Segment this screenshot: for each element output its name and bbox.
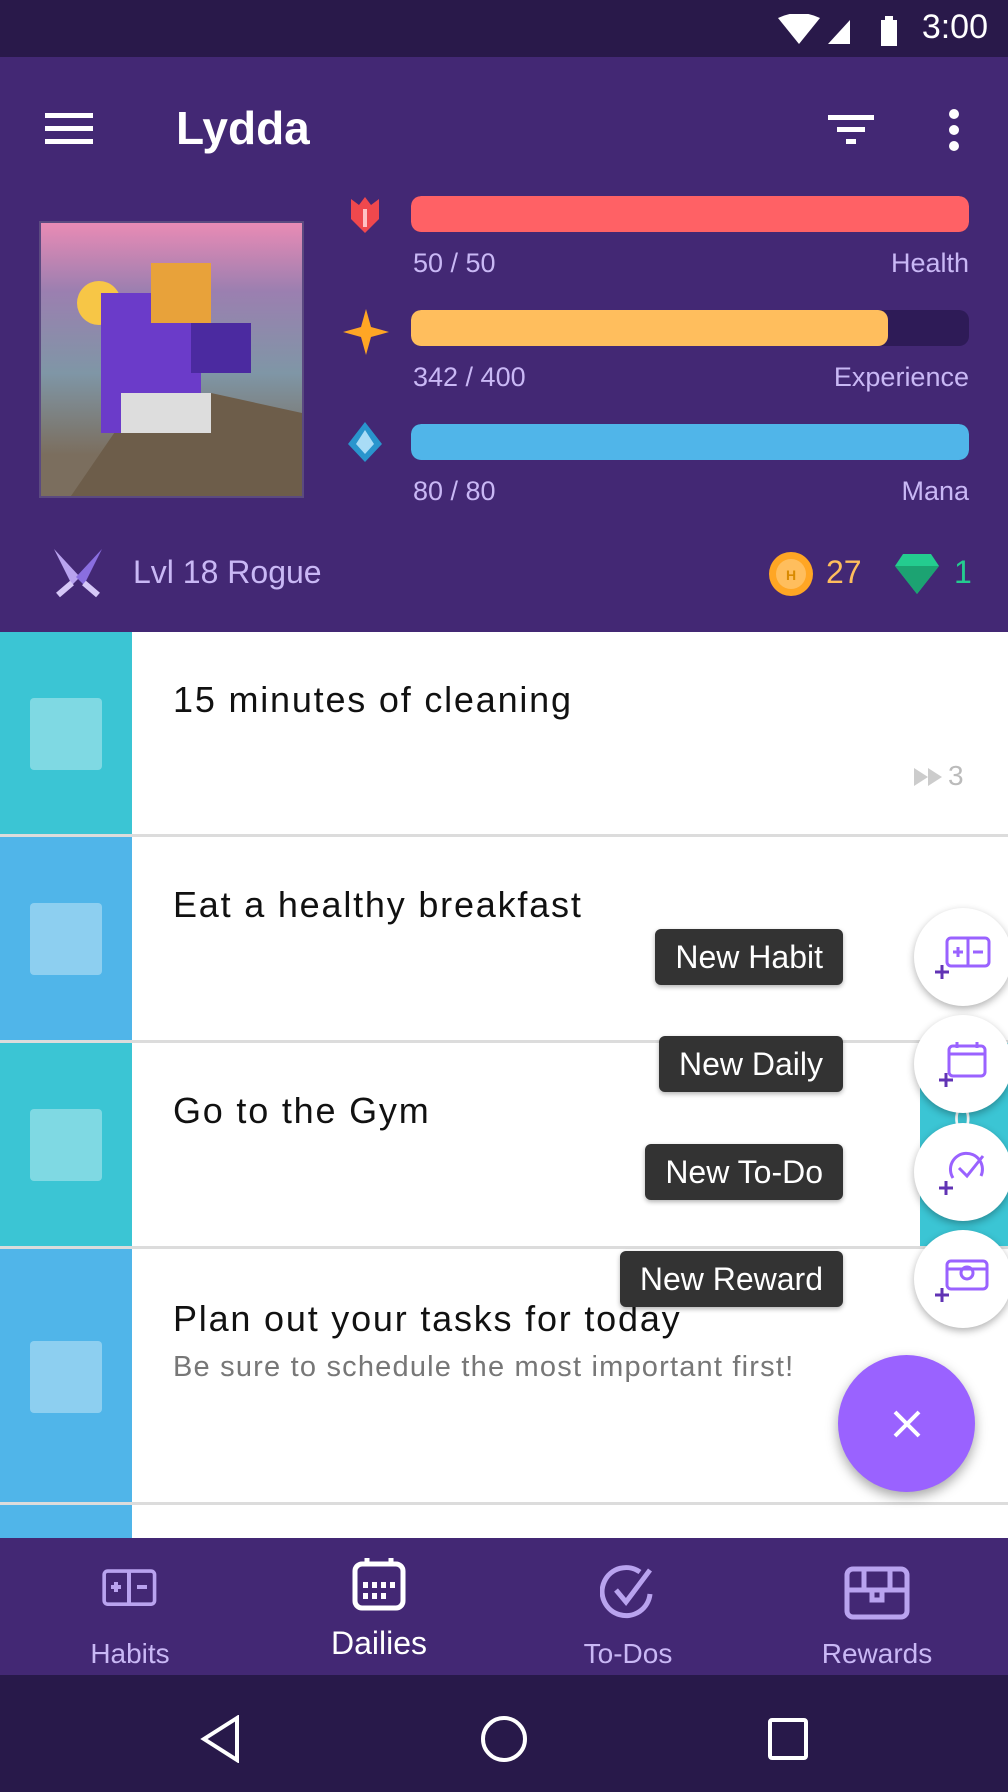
clock: 3:00 xyxy=(921,8,988,46)
tab-label: Rewards xyxy=(821,1638,933,1669)
task-title: Plan out your tasks for today xyxy=(173,1298,682,1339)
mana-label: Mana xyxy=(901,476,969,506)
level-class: Lvl 18 Rogue xyxy=(133,554,322,590)
tab-label: Dailies xyxy=(330,1625,428,1661)
home-icon[interactable] xyxy=(480,1715,528,1763)
system-navigation-bar xyxy=(0,1675,1008,1792)
close-icon xyxy=(893,1410,920,1437)
gold-coin-icon: H xyxy=(769,552,813,596)
experience-bar xyxy=(411,310,969,346)
tab-rewards[interactable]: Rewards xyxy=(752,1538,1002,1675)
new-reward-button[interactable] xyxy=(914,1230,1008,1328)
health-value: 50 / 50 xyxy=(413,248,496,278)
bar-fill xyxy=(411,310,889,346)
task-checkbox[interactable] xyxy=(30,1341,102,1413)
rogue-class-icon xyxy=(54,549,102,598)
add-habit-icon xyxy=(935,936,991,979)
daily-task-row[interactable]: Go to the Gym 0 3 xyxy=(0,1043,1008,1249)
habits-icon xyxy=(102,1569,157,1606)
health-label: Health xyxy=(890,248,969,278)
new-todo-button[interactable] xyxy=(914,1123,1008,1221)
status-bar: 3:00 xyxy=(0,0,1008,57)
back-icon[interactable] xyxy=(200,1715,242,1763)
status-icons xyxy=(778,14,897,46)
new-daily-label[interactable]: New Daily xyxy=(658,1036,843,1092)
rewards-icon xyxy=(844,1566,910,1620)
experience-value: 342 / 400 xyxy=(413,362,526,392)
battery-icon xyxy=(881,20,897,46)
tab-label: Habits xyxy=(90,1638,170,1669)
avatar[interactable] xyxy=(39,221,304,498)
daily-task-row[interactable]: Eat a healthy breakfast xyxy=(0,837,1008,1043)
streak-icon xyxy=(914,768,942,786)
new-habit-label[interactable]: New Habit xyxy=(655,929,843,985)
streak-count: 3 xyxy=(948,760,964,791)
recents-icon[interactable] xyxy=(767,1717,809,1761)
tab-habits[interactable]: Habits xyxy=(5,1538,255,1675)
new-reward-label[interactable]: New Reward xyxy=(619,1251,843,1307)
header: Lydda 50 / 50 Health 342 / 400 Experienc… xyxy=(0,57,1008,632)
todos-icon xyxy=(600,1565,653,1619)
tab-label: To-Dos xyxy=(583,1638,673,1669)
gem-count: 1 xyxy=(954,554,972,590)
bottom-navigation: Habits Dailies To-Dos Rewards xyxy=(0,1538,1008,1675)
page-title: Lydda xyxy=(176,102,310,154)
menu-icon[interactable] xyxy=(45,111,93,147)
add-reward-icon xyxy=(935,1259,989,1302)
mana-icon xyxy=(348,422,382,462)
gem-icon xyxy=(895,554,939,594)
mana-bar xyxy=(411,424,969,460)
add-daily-icon xyxy=(939,1042,987,1087)
close-fab-button[interactable] xyxy=(838,1355,975,1492)
health-bar xyxy=(411,196,969,232)
experience-icon xyxy=(343,309,389,355)
health-icon xyxy=(351,197,379,233)
daily-task-row-partial xyxy=(0,1505,1008,1538)
task-title: Go to the Gym xyxy=(173,1090,431,1131)
new-daily-button[interactable] xyxy=(914,1015,1008,1113)
task-checkbox[interactable] xyxy=(30,903,102,975)
task-title: 15 minutes of cleaning xyxy=(173,679,573,720)
task-checkbox[interactable] xyxy=(30,698,102,770)
task-title: Eat a healthy breakfast xyxy=(173,884,583,925)
task-checkbox[interactable] xyxy=(30,1109,102,1181)
task-notes: Be sure to schedule the most important f… xyxy=(173,1351,795,1383)
avatar-sprite xyxy=(71,263,302,496)
bar-fill xyxy=(411,196,969,232)
svg-text:H: H xyxy=(786,567,796,583)
signal-icon xyxy=(828,20,850,44)
gold-count: 27 xyxy=(826,554,862,590)
new-todo-label[interactable]: New To-Do xyxy=(645,1144,843,1200)
add-todo-icon xyxy=(939,1151,985,1195)
tab-dailies[interactable]: Dailies xyxy=(254,1538,504,1675)
more-options-icon[interactable] xyxy=(946,107,962,153)
wifi-icon xyxy=(778,14,820,44)
mana-value: 80 / 80 xyxy=(413,476,496,506)
bar-fill xyxy=(411,424,969,460)
daily-task-row[interactable]: 15 minutes of cleaning 3 xyxy=(0,632,1008,837)
tab-todos[interactable]: To-Dos xyxy=(503,1538,753,1675)
new-habit-button[interactable] xyxy=(914,908,1008,1006)
experience-label: Experience xyxy=(833,362,969,392)
filter-icon[interactable] xyxy=(828,113,876,147)
dailies-icon xyxy=(352,1558,406,1611)
